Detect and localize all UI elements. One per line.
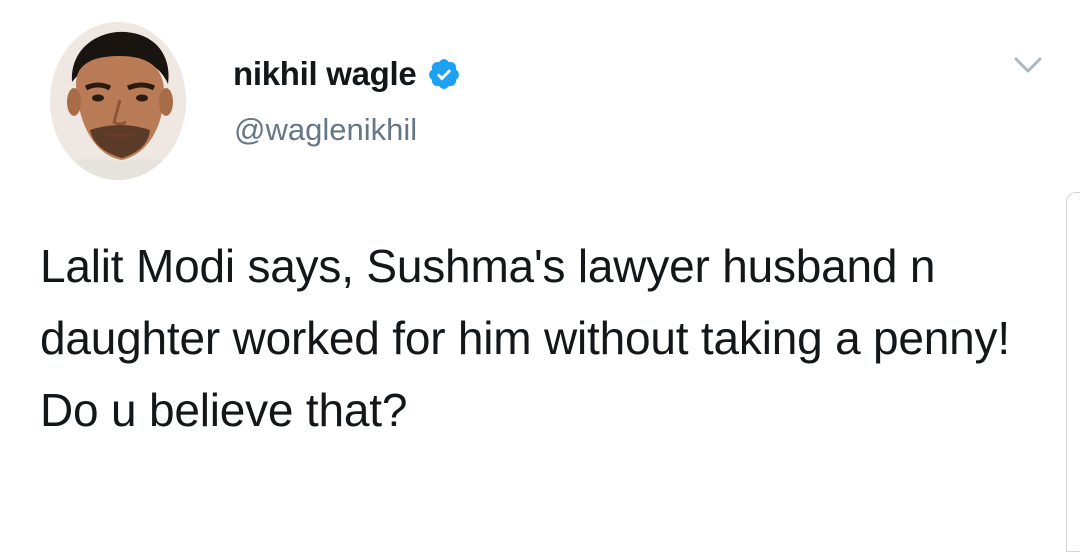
author-display-name[interactable]: nikhil wagle	[233, 55, 417, 93]
verified-badge-icon	[427, 57, 461, 91]
author-handle[interactable]: @waglenikhil	[234, 112, 417, 148]
tweet-card: nikhil wagle @waglenikhil Lalit Modi say…	[0, 0, 1080, 556]
avatar[interactable]	[50, 22, 186, 180]
author-name-row: nikhil wagle	[233, 50, 461, 98]
tweet-text: Lalit Modi says, Sushma's lawyer husband…	[40, 240, 1010, 436]
scrollbar-edge	[1066, 192, 1080, 552]
chevron-down-icon[interactable]	[1010, 50, 1046, 80]
avatar-image	[50, 22, 186, 180]
